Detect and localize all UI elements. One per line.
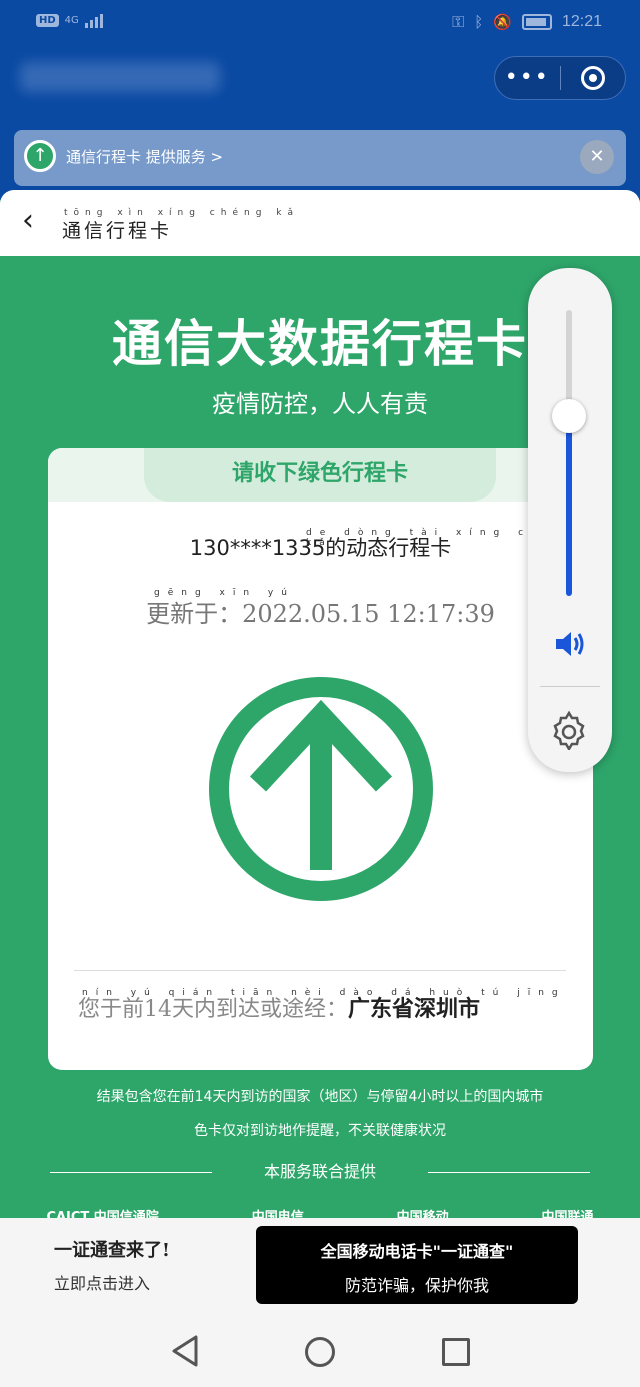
visited-places-text: 您于前14天内到达或途经：广东省深圳市	[78, 994, 578, 1025]
card-divider	[74, 970, 566, 971]
sponsor-label: 本服务联合提供	[263, 1162, 376, 1181]
mute-bell-icon: 🔕	[493, 13, 512, 31]
gear-icon[interactable]	[548, 708, 590, 750]
phone-number-label: 130****1335的动态行程卡	[189, 536, 452, 560]
hd-badge: HD	[36, 13, 59, 27]
banner-right-card[interactable]: 全国移动电话卡"一证通查" 防范诈骗，保护你我	[256, 1226, 578, 1304]
signal-icon	[84, 12, 103, 28]
service-notice-text[interactable]: 通信行程卡 提供服务 >	[66, 146, 223, 167]
system-nav-bar	[0, 1318, 640, 1387]
banner-right-title: 全国移动电话卡"一证通查"	[320, 1242, 514, 1261]
banner-left-title[interactable]: 一证通查来了!	[54, 1236, 170, 1262]
network-type: 4G	[64, 14, 79, 26]
volume-slider-thumb[interactable]	[552, 399, 586, 433]
key-icon: ⚿	[452, 12, 465, 31]
green-arrow-status-icon	[209, 677, 433, 901]
miniprogram-capsule: •••	[494, 56, 626, 100]
banner-left-subtitle[interactable]: 立即点击进入	[54, 1270, 150, 1294]
notice-close-button[interactable]: ✕	[580, 140, 614, 174]
volume-panel-divider	[540, 686, 600, 687]
back-button[interactable]: ‹	[22, 206, 34, 236]
volume-panel	[528, 268, 612, 772]
updated-time: 更新于：2022.05.15 12:17:39	[146, 600, 495, 628]
more-dots-icon[interactable]: •••	[495, 56, 560, 100]
color-note: 色卡仅对到访地作提醒，不关联健康状况	[194, 1123, 446, 1139]
target-circle-icon	[580, 66, 605, 90]
nav-back-icon[interactable]	[170, 1334, 200, 1368]
result-note: 结果包含您在前14天内到访的国家（地区）与停留4小时以上的国内城市	[96, 1089, 544, 1105]
visited-places: 广东省深圳市	[348, 996, 481, 1022]
page-title: 通信行程卡	[62, 220, 173, 242]
banner-right-subtitle: 防范诈骗，保护你我	[344, 1276, 489, 1295]
clock: 12:21	[561, 13, 602, 30]
capsule-close-button[interactable]	[561, 66, 626, 90]
bluetooth-icon: ᛒ	[474, 13, 484, 31]
itinerary-card: 请收下绿色行程卡 de dòng tài xíng chéng kǎ 130**…	[48, 448, 593, 1070]
card-tab-label: 请收下绿色行程卡	[144, 448, 496, 502]
battery-icon	[521, 14, 552, 30]
status-bar: HD 4G ⚿ ᛒ 🔕 12:21	[0, 0, 640, 44]
green-arrow-logo-icon: ↑	[24, 140, 56, 172]
nav-home-icon[interactable]	[305, 1337, 335, 1367]
visited-prefix: 您于前14天内到达或途经：	[78, 997, 348, 1022]
volume-slider-fill	[566, 416, 572, 596]
card-tab-bg: 请收下绿色行程卡	[48, 448, 593, 502]
volume-slider-track[interactable]	[566, 310, 572, 596]
blurred-app-title	[20, 62, 220, 92]
speaker-icon[interactable]	[550, 624, 590, 664]
nav-recent-icon[interactable]	[442, 1338, 470, 1366]
